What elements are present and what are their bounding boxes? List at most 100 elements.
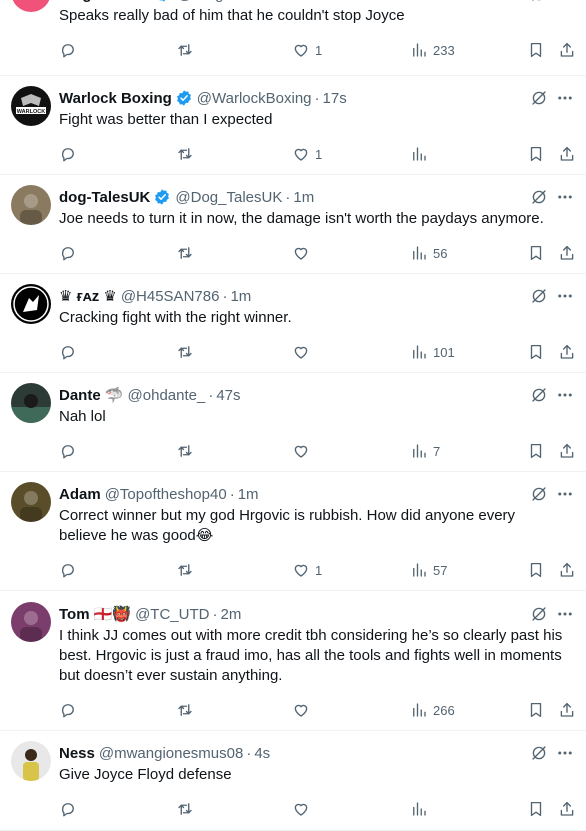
user-handle[interactable]: @StagsHTM bbox=[177, 0, 263, 3]
repost-button[interactable] bbox=[176, 342, 199, 362]
grok-icon[interactable] bbox=[530, 89, 548, 107]
views-button[interactable] bbox=[410, 144, 433, 164]
repost-button[interactable] bbox=[176, 243, 199, 263]
display-name[interactable]: Stags & Deer bbox=[59, 0, 152, 3]
bookmark-button[interactable] bbox=[527, 40, 545, 60]
avatar[interactable] bbox=[11, 185, 51, 225]
avatar[interactable] bbox=[11, 284, 51, 324]
reply-button[interactable] bbox=[59, 700, 82, 720]
views-button[interactable]: 57 bbox=[410, 560, 447, 580]
display-name[interactable]: ♛ ғᴀᴢ ♛ bbox=[59, 287, 117, 305]
timestamp[interactable]: 2m bbox=[220, 606, 241, 623]
grok-icon[interactable] bbox=[530, 188, 548, 206]
bookmark-button[interactable] bbox=[527, 560, 545, 580]
reply-button[interactable] bbox=[59, 144, 82, 164]
reply-button[interactable] bbox=[59, 40, 82, 60]
timestamp[interactable]: 17s bbox=[323, 90, 347, 107]
reply-button[interactable] bbox=[59, 342, 82, 362]
more-options-icon[interactable] bbox=[556, 287, 574, 305]
repost-button[interactable] bbox=[176, 799, 199, 819]
reply-tweet[interactable]: Tom 🏴󠁧󠁢󠁥󠁮󠁧󠁿👹 @TC_UTD · 2m I think JJ com… bbox=[0, 591, 586, 731]
more-options-icon[interactable] bbox=[556, 386, 574, 404]
like-button[interactable]: 1 bbox=[292, 40, 322, 60]
reply-button[interactable] bbox=[59, 560, 82, 580]
bookmark-button[interactable] bbox=[527, 243, 545, 263]
grok-icon[interactable] bbox=[530, 386, 548, 404]
avatar[interactable] bbox=[11, 741, 51, 781]
bookmark-button[interactable] bbox=[527, 441, 545, 461]
more-options-icon[interactable] bbox=[556, 0, 574, 3]
reply-button[interactable] bbox=[59, 441, 82, 461]
display-name[interactable]: Dante 🦈 bbox=[59, 386, 124, 404]
repost-button[interactable] bbox=[176, 144, 199, 164]
user-handle[interactable]: @H45SAN786 bbox=[121, 288, 220, 305]
bookmark-button[interactable] bbox=[527, 342, 545, 362]
user-handle[interactable]: @Dog_TalesUK bbox=[175, 189, 282, 206]
display-name[interactable]: Adam bbox=[59, 486, 101, 503]
reply-tweet[interactable]: dog-TalesUK @Dog_TalesUK · 1m Joe needs … bbox=[0, 175, 586, 274]
grok-icon[interactable] bbox=[530, 287, 548, 305]
share-button[interactable] bbox=[558, 40, 576, 60]
views-button[interactable]: 233 bbox=[410, 40, 455, 60]
timestamp[interactable]: 1m bbox=[293, 189, 314, 206]
like-button[interactable] bbox=[292, 700, 315, 720]
views-button[interactable] bbox=[410, 799, 433, 819]
views-button[interactable]: 56 bbox=[410, 243, 447, 263]
timestamp[interactable]: 1m bbox=[230, 288, 251, 305]
more-options-icon[interactable] bbox=[556, 605, 574, 623]
display-name[interactable]: Tom 🏴󠁧󠁢󠁥󠁮󠁧󠁿👹 bbox=[59, 605, 131, 623]
more-options-icon[interactable] bbox=[556, 89, 574, 107]
avatar[interactable]: STAGS bbox=[11, 0, 51, 12]
grok-icon[interactable] bbox=[530, 0, 548, 3]
like-button[interactable] bbox=[292, 243, 315, 263]
reply-tweet[interactable]: Adam @Topoftheshop40 · 1m Correct winner… bbox=[0, 472, 586, 591]
more-options-icon[interactable] bbox=[556, 188, 574, 206]
reply-button[interactable] bbox=[59, 243, 82, 263]
user-handle[interactable]: @TC_UTD bbox=[135, 606, 209, 623]
share-button[interactable] bbox=[558, 560, 576, 580]
repost-button[interactable] bbox=[176, 700, 199, 720]
like-button[interactable] bbox=[292, 441, 315, 461]
like-button[interactable]: 1 bbox=[292, 560, 322, 580]
user-handle[interactable]: @ohdante_ bbox=[128, 387, 206, 404]
reply-button[interactable] bbox=[59, 799, 82, 819]
views-button[interactable]: 101 bbox=[410, 342, 455, 362]
reply-tweet[interactable]: Dante 🦈 @ohdante_ · 47s Nah lol 7 bbox=[0, 373, 586, 472]
avatar[interactable] bbox=[11, 383, 51, 423]
share-button[interactable] bbox=[558, 342, 576, 362]
timestamp[interactable]: 1m bbox=[238, 486, 259, 503]
share-button[interactable] bbox=[558, 799, 576, 819]
display-name[interactable]: Ness bbox=[59, 745, 95, 762]
reply-tweet[interactable]: Ness @mwangionesmus08 · 4s Give Joyce Fl… bbox=[0, 731, 586, 831]
grok-icon[interactable] bbox=[530, 605, 548, 623]
like-button[interactable]: 1 bbox=[292, 144, 322, 164]
share-button[interactable] bbox=[558, 441, 576, 461]
grok-icon[interactable] bbox=[530, 744, 548, 762]
reply-tweet[interactable]: ♛ ғᴀᴢ ♛ @H45SAN786 · 1m Cracking fight w… bbox=[0, 274, 586, 373]
grok-icon[interactable] bbox=[530, 485, 548, 503]
avatar[interactable]: WARLOCK bbox=[11, 86, 51, 126]
bookmark-button[interactable] bbox=[527, 144, 545, 164]
repost-button[interactable] bbox=[176, 40, 199, 60]
like-button[interactable] bbox=[292, 342, 315, 362]
share-button[interactable] bbox=[558, 144, 576, 164]
avatar[interactable] bbox=[11, 482, 51, 522]
user-handle[interactable]: @mwangionesmus08 bbox=[99, 745, 243, 762]
display-name[interactable]: Warlock Boxing bbox=[59, 90, 172, 107]
timestamp[interactable]: 47s bbox=[216, 387, 240, 404]
bookmark-button[interactable] bbox=[527, 799, 545, 819]
timestamp[interactable]: 2m bbox=[274, 0, 295, 3]
views-button[interactable]: 7 bbox=[410, 441, 440, 461]
more-options-icon[interactable] bbox=[556, 744, 574, 762]
repost-button[interactable] bbox=[176, 441, 199, 461]
like-button[interactable] bbox=[292, 799, 315, 819]
views-button[interactable]: 266 bbox=[410, 700, 455, 720]
avatar[interactable] bbox=[11, 602, 51, 642]
reply-tweet[interactable]: WARLOCK Warlock Boxing @WarlockBoxing · … bbox=[0, 76, 586, 175]
share-button[interactable] bbox=[558, 243, 576, 263]
display-name[interactable]: dog-TalesUK bbox=[59, 189, 150, 206]
user-handle[interactable]: @Topoftheshop40 bbox=[105, 486, 227, 503]
reply-tweet[interactable]: STAGS Stags & Deer @StagsHTM · 2m Speaks… bbox=[0, 0, 586, 76]
share-button[interactable] bbox=[558, 700, 576, 720]
repost-button[interactable] bbox=[176, 560, 199, 580]
